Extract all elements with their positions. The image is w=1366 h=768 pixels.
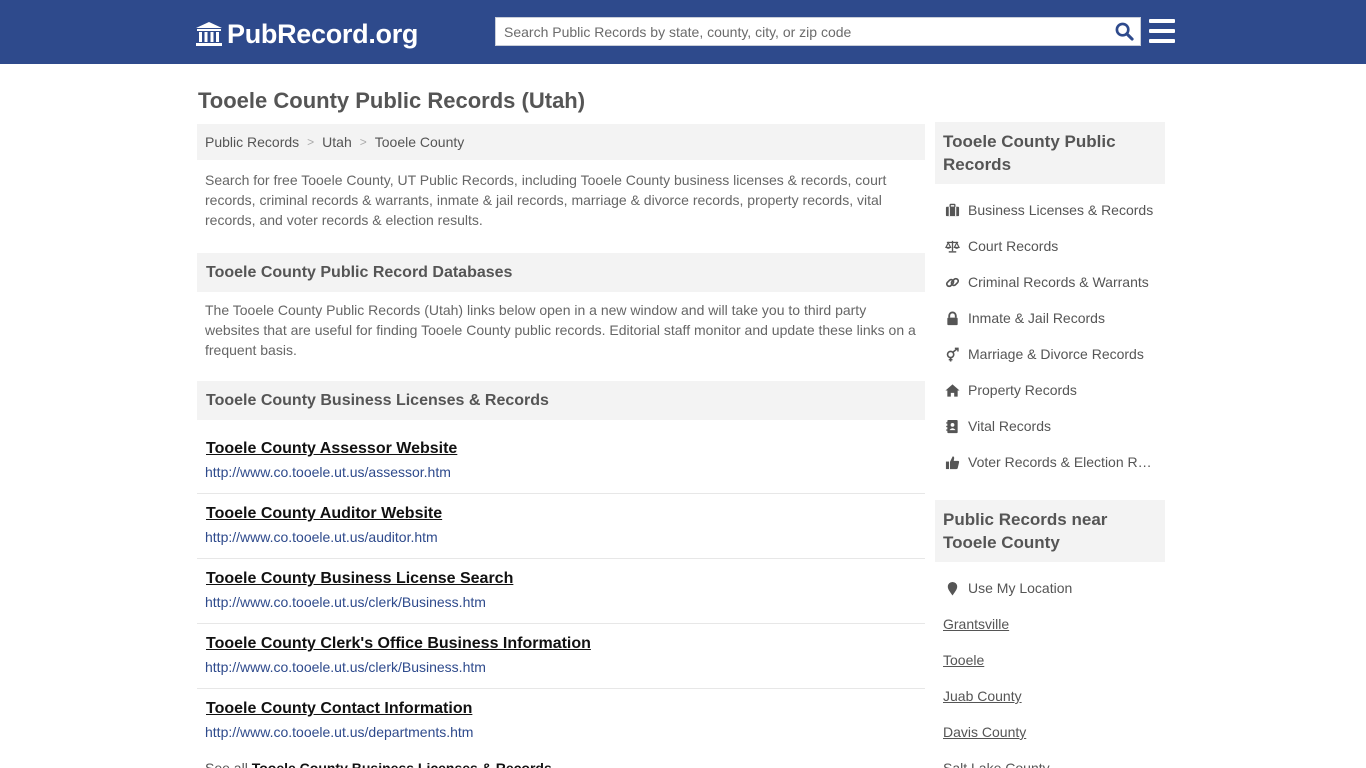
- use-my-location-link[interactable]: Use My Location: [935, 570, 1165, 606]
- list-item: Tooele County Assessor Website http://ww…: [197, 429, 925, 494]
- briefcase-icon: [944, 202, 960, 218]
- menu-bar: [1149, 29, 1175, 33]
- record-link-title[interactable]: Tooele County Auditor Website: [206, 504, 917, 524]
- lock-icon: [944, 310, 960, 326]
- nearby-item-salt-lake-county[interactable]: Salt Lake County: [935, 750, 1165, 768]
- menu-bar: [1149, 39, 1175, 43]
- breadcrumb-separator: >: [359, 135, 367, 149]
- record-link-url[interactable]: http://www.co.tooele.ut.us/clerk/Busines…: [205, 594, 917, 610]
- map-marker-icon: [944, 580, 960, 596]
- list-item: Tooele County Auditor Website http://www…: [197, 494, 925, 559]
- breadcrumb-separator: >: [307, 135, 315, 149]
- databases-heading: Tooele County Public Record Databases: [197, 253, 925, 292]
- sidebar-item-label: Criminal Records & Warrants: [968, 274, 1149, 290]
- breadcrumb-utah[interactable]: Utah: [322, 134, 352, 150]
- hamburger-menu-button[interactable]: [1149, 19, 1175, 43]
- intro-text: Search for free Tooele County, UT Public…: [205, 172, 887, 228]
- see-all-link[interactable]: Tooele County Business Licenses & Record…: [252, 760, 552, 768]
- gender-icon: [944, 346, 960, 362]
- breadcrumb: Public Records > Utah > Tooele County: [197, 124, 925, 160]
- business-link-list: Tooele County Assessor Website http://ww…: [197, 429, 925, 754]
- sidebar-item-criminal[interactable]: Criminal Records & Warrants: [935, 264, 1165, 300]
- logo-text: PubRecord.org: [227, 19, 419, 49]
- courthouse-icon: [196, 22, 222, 46]
- sidebar-item-label: Marriage & Divorce Records: [968, 346, 1144, 362]
- record-link-title[interactable]: Tooele County Assessor Website: [206, 439, 917, 459]
- sidebar-item-vital[interactable]: Vital Records: [935, 408, 1165, 444]
- use-my-location-label: Use My Location: [968, 580, 1073, 596]
- nearby-heading: Public Records near Tooele County: [935, 500, 1165, 562]
- list-item: Tooele County Contact Information http:/…: [197, 689, 925, 754]
- sidebar-category-list: Business Licenses & Records Court Record…: [935, 184, 1165, 480]
- thumbs-up-icon: [944, 454, 960, 470]
- sidebar-item-label: Property Records: [968, 382, 1077, 398]
- see-all-prefix: See all: [205, 760, 248, 768]
- page-title: Tooele County Public Records (Utah): [198, 88, 586, 113]
- link-icon: [944, 274, 960, 290]
- address-book-icon: [944, 418, 960, 434]
- record-link-url[interactable]: http://www.co.tooele.ut.us/departments.h…: [205, 724, 917, 740]
- sidebar-item-label: Inmate & Jail Records: [968, 310, 1105, 326]
- nearby-item-juab-county[interactable]: Juab County: [935, 678, 1165, 714]
- sidebar-item-inmate[interactable]: Inmate & Jail Records: [935, 300, 1165, 336]
- breadcrumb-tooele-county[interactable]: Tooele County: [375, 134, 465, 150]
- sidebar-item-marriage[interactable]: Marriage & Divorce Records: [935, 336, 1165, 372]
- scales-icon: [944, 238, 960, 254]
- home-icon: [944, 382, 960, 398]
- nearby-item-tooele[interactable]: Tooele: [935, 642, 1165, 678]
- sidebar-item-label: Business Licenses & Records: [968, 202, 1154, 218]
- menu-bar: [1149, 19, 1175, 23]
- site-logo[interactable]: PubRecord.org: [195, 18, 418, 50]
- sidebar-item-label: Court Records: [968, 238, 1059, 254]
- databases-text: The Tooele County Public Records (Utah) …: [205, 302, 916, 358]
- nearby-list: Use My Location Grantsville Tooele Juab …: [935, 562, 1165, 768]
- sidebar-item-voter[interactable]: Voter Records & Election Results: [935, 444, 1165, 480]
- top-navbar: PubRecord.org: [0, 0, 1366, 64]
- sidebar-item-label: Vital Records: [968, 418, 1052, 434]
- sidebar-heading: Tooele County Public Records: [935, 122, 1165, 184]
- breadcrumb-public-records[interactable]: Public Records: [205, 134, 299, 150]
- record-link-title[interactable]: Tooele County Clerk's Office Business In…: [206, 634, 917, 654]
- sidebar-item-court[interactable]: Court Records: [935, 228, 1165, 264]
- business-heading: Tooele County Business Licenses & Record…: [197, 381, 925, 420]
- record-link-title[interactable]: Tooele County Contact Information: [206, 699, 917, 719]
- record-link-url[interactable]: http://www.co.tooele.ut.us/clerk/Busines…: [205, 659, 917, 675]
- main-content: Public Records > Utah > Tooele County Se…: [197, 124, 925, 768]
- see-all-row: See all Tooele County Business Licenses …: [197, 754, 925, 768]
- search-input[interactable]: [496, 18, 1108, 45]
- record-link-url[interactable]: http://www.co.tooele.ut.us/auditor.htm: [205, 529, 917, 545]
- sidebar-item-property[interactable]: Property Records: [935, 372, 1165, 408]
- search-icon: [1115, 22, 1134, 41]
- nearby-item-davis-county[interactable]: Davis County: [935, 714, 1165, 750]
- sidebar-item-business[interactable]: Business Licenses & Records: [935, 192, 1165, 228]
- sidebar-item-label: Voter Records & Election Results: [968, 454, 1158, 470]
- list-item: Tooele County Business License Search ht…: [197, 559, 925, 624]
- record-link-title[interactable]: Tooele County Business License Search: [206, 569, 917, 589]
- nearby-item-grantsville[interactable]: Grantsville: [935, 606, 1165, 642]
- search-box: [495, 17, 1141, 46]
- record-link-url[interactable]: http://www.co.tooele.ut.us/assessor.htm: [205, 464, 917, 480]
- search-button[interactable]: [1108, 18, 1140, 45]
- list-item: Tooele County Clerk's Office Business In…: [197, 624, 925, 689]
- sidebar: Tooele County Public Records Business Li…: [935, 122, 1165, 768]
